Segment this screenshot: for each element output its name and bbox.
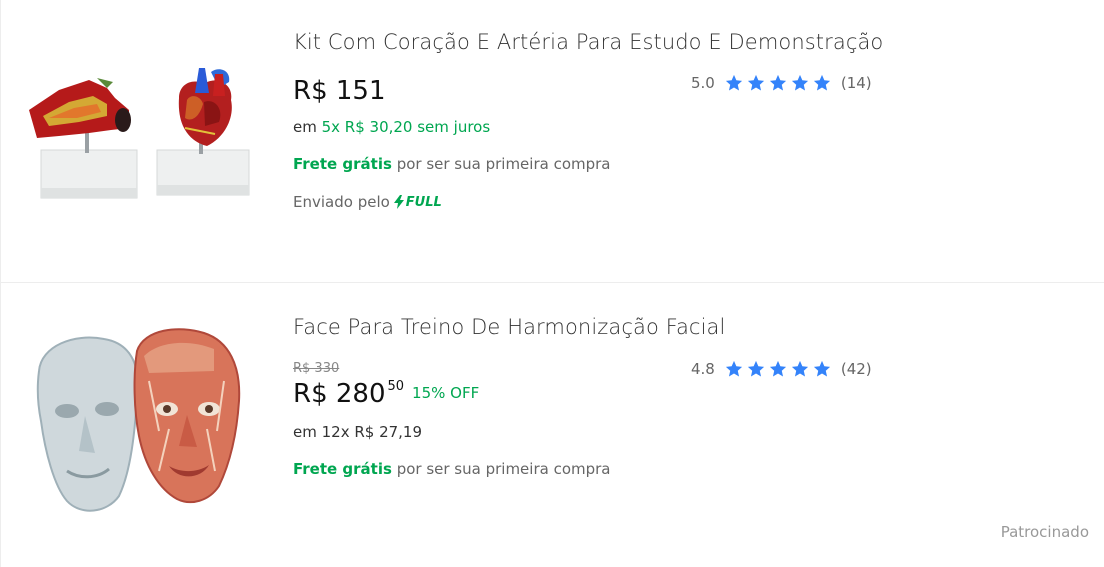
- fulfillment-prefix: Enviado pelo: [293, 193, 390, 211]
- star-icon: [791, 360, 808, 377]
- star-icon: [747, 360, 764, 377]
- shipping-info: Frete grátis por ser sua primeira compra: [293, 155, 611, 173]
- rating-stars: [725, 360, 831, 378]
- installments: em 5x R$ 30,20 sem juros: [293, 118, 490, 136]
- star-icon: [813, 74, 830, 91]
- face-model-image: [36, 328, 241, 512]
- rating-count: (42): [840, 360, 872, 378]
- rating: 5.0 (14): [691, 74, 872, 92]
- shipping-note: por ser sua primeira compra: [391, 155, 611, 173]
- product-price: R$ 280 50 15% OFF: [293, 379, 479, 409]
- fulfillment-info: Enviado pelo FULL: [293, 193, 442, 211]
- product-title[interactable]: Kit Com Coração E Artéria Para Estudo E …: [293, 30, 883, 54]
- rating-count: (14): [840, 74, 872, 92]
- shipping-info: Frete grátis por ser sua primeira compra: [293, 460, 611, 478]
- full-badge: FULL: [393, 194, 442, 210]
- installments-prefix: em: [293, 118, 322, 136]
- star-icon: [725, 74, 742, 91]
- price-integer: R$ 280: [293, 379, 386, 409]
- heart-artery-model-image: [29, 68, 250, 199]
- installments: em 12x R$ 27,19: [293, 423, 423, 441]
- star-icon: [769, 360, 786, 377]
- full-badge-label: FULL: [405, 194, 442, 210]
- rating-stars: [725, 74, 831, 92]
- product-image[interactable]: [19, 38, 269, 268]
- star-icon: [769, 74, 786, 91]
- rating-value: 4.8: [691, 360, 715, 378]
- installments-value: 5x R$ 30,20 sem juros: [321, 118, 491, 136]
- rating: 4.8 (42): [691, 360, 872, 378]
- results-list: Kit Com Coração E Artéria Para Estudo E …: [0, 0, 1104, 567]
- star-icon: [791, 74, 808, 91]
- free-shipping-label: Frete grátis: [293, 460, 392, 478]
- star-icon: [813, 360, 830, 377]
- discount-badge: 15% OFF: [412, 384, 480, 402]
- list-item[interactable]: Kit Com Coração E Artéria Para Estudo E …: [1, 0, 1104, 283]
- product-price: R$ 151: [293, 76, 386, 106]
- star-icon: [725, 360, 742, 377]
- sponsored-label: Patrocinado: [1000, 523, 1089, 541]
- rating-value: 5.0: [691, 74, 715, 92]
- star-icon: [747, 74, 764, 91]
- product-title[interactable]: Face Para Treino De Harmonização Facial: [293, 315, 725, 339]
- product-image[interactable]: [19, 311, 269, 541]
- shipping-note: por ser sua primeira compra: [391, 460, 611, 478]
- lightning-icon: [393, 195, 404, 209]
- list-item[interactable]: Face Para Treino De Harmonização Facial …: [1, 283, 1104, 567]
- free-shipping-label: Frete grátis: [293, 155, 392, 173]
- price-cents: 50: [387, 379, 405, 394]
- original-price: R$ 330: [293, 361, 340, 376]
